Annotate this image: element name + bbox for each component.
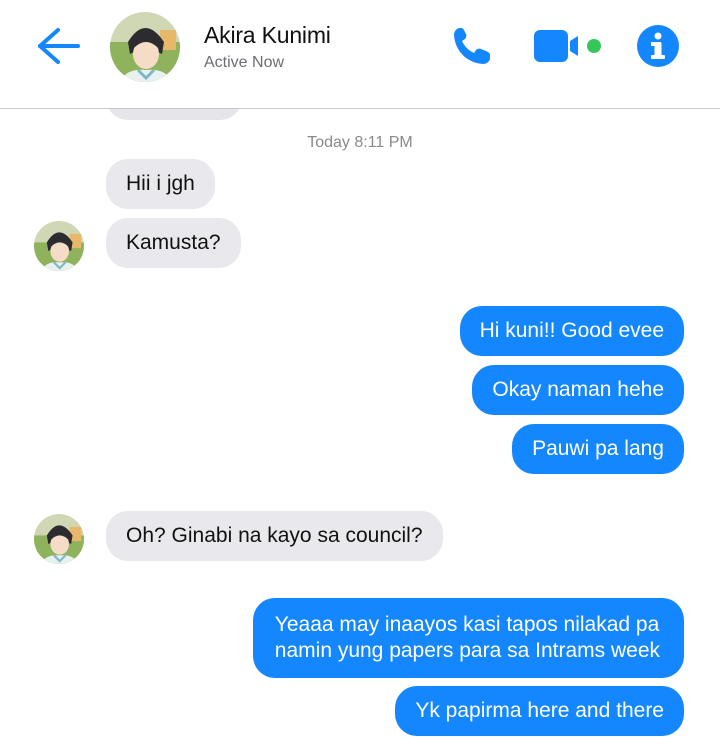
- sender-avatar[interactable]: [34, 221, 84, 271]
- contact-name[interactable]: Akira Kunimi: [204, 22, 331, 49]
- incoming-message[interactable]: Kamusta?: [106, 218, 241, 268]
- phone-icon: [454, 28, 490, 64]
- video-camera-icon: [534, 30, 601, 62]
- back-arrow-icon: [38, 28, 80, 64]
- outgoing-message[interactable]: Okay naman hehe: [472, 365, 684, 415]
- info-button[interactable]: [636, 24, 680, 68]
- video-call-button[interactable]: [534, 28, 606, 64]
- avatar-portrait: [34, 514, 84, 564]
- avatar-portrait: [110, 12, 180, 82]
- incoming-message[interactable]: Hii i jgh: [106, 159, 215, 209]
- message-timestamp: Today 8:11 PM: [307, 134, 413, 151]
- active-dot-icon: [587, 39, 601, 53]
- contact-avatar[interactable]: [110, 12, 180, 82]
- avatar-portrait: [34, 221, 84, 271]
- incoming-message[interactable]: Oh? Ginabi na kayo sa council?: [106, 511, 443, 561]
- chat-header: Akira Kunimi Active Now: [0, 0, 720, 109]
- message-line: namin yung papers para sa Intrams week: [274, 639, 660, 662]
- outgoing-message[interactable]: Pauwi pa lang: [512, 424, 684, 474]
- active-status: Active Now: [204, 54, 285, 71]
- back-button[interactable]: [34, 24, 82, 68]
- message-line: Yeaaa may inaayos kasi tapos nilakad pa: [274, 613, 660, 636]
- outgoing-message[interactable]: Hi kuni!! Good evee: [459, 306, 684, 356]
- call-button[interactable]: [448, 22, 496, 70]
- outgoing-message[interactable]: Yk papirma here and there: [395, 686, 684, 736]
- info-icon: [637, 25, 679, 67]
- outgoing-message[interactable]: Yeaaa may inaayos kasi tapos nilakad pa …: [252, 598, 684, 678]
- sender-avatar[interactable]: [34, 514, 84, 564]
